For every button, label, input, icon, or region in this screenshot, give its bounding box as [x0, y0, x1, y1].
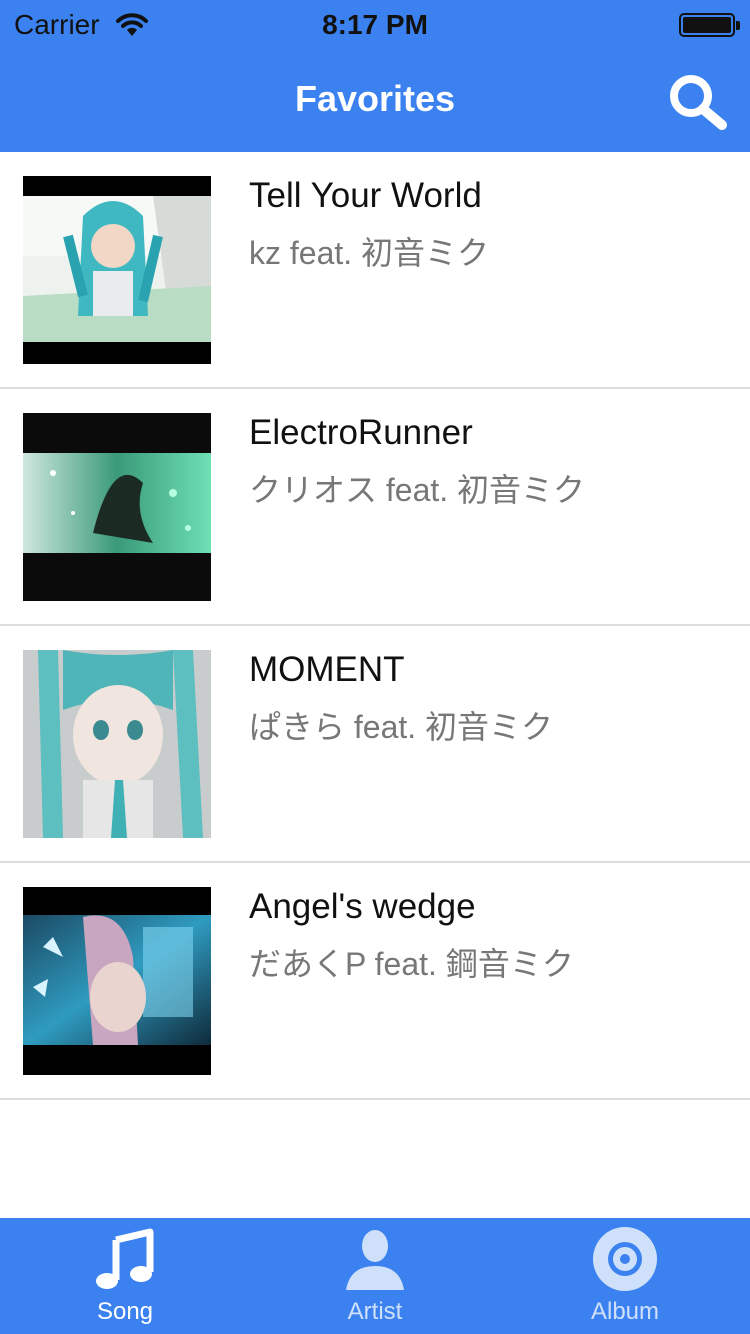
page-title: Favorites — [294, 78, 456, 119]
song-thumbnail — [23, 887, 211, 1075]
disc-icon — [593, 1227, 657, 1291]
song-row[interactable]: Tell Your World kz feat. 初音ミク — [0, 152, 750, 389]
song-title: ElectroRunner — [249, 413, 473, 452]
tab-song[interactable]: Song — [0, 1218, 250, 1334]
song-title: MOMENT — [249, 650, 405, 689]
tab-bar: Song Artist Album — [0, 1218, 750, 1334]
tab-song-label: Song — [96, 1298, 154, 1325]
status-time: 8:17 PM — [322, 9, 428, 40]
song-row[interactable]: Angel's wedge だあくP feat. 鋼音ミク — [0, 863, 750, 1100]
song-title: Tell Your World — [249, 176, 482, 215]
tab-album-label: Album — [590, 1298, 660, 1325]
song-row[interactable]: MOMENT ぱきら feat. 初音ミク — [0, 626, 750, 863]
tab-album[interactable]: Album — [500, 1218, 750, 1334]
music-note-icon — [96, 1228, 154, 1289]
favorites-list: Tell Your World kz feat. 初音ミク ElectroRun… — [0, 152, 750, 1100]
song-artist: だあくP feat. 鋼音ミク — [249, 946, 574, 982]
app-root: Carrier 8:17 PM Favorites Tell Your Worl… — [0, 0, 750, 1334]
song-artist: kz feat. 初音ミク — [249, 235, 490, 271]
battery-icon — [679, 13, 740, 37]
song-thumbnail — [23, 176, 211, 364]
song-thumbnail — [23, 650, 211, 838]
song-title: Angel's wedge — [249, 887, 476, 926]
song-row[interactable]: ElectroRunner クリオス feat. 初音ミク — [0, 389, 750, 626]
person-icon — [346, 1230, 404, 1290]
navigation-bar: Carrier 8:17 PM Favorites — [0, 0, 750, 152]
tab-artist-label: Artist — [347, 1298, 403, 1325]
status-bar: Carrier 8:17 PM — [0, 0, 750, 52]
search-icon[interactable] — [666, 72, 728, 130]
song-artist: ぱきら feat. 初音ミク — [249, 709, 554, 745]
song-thumbnail — [23, 413, 211, 601]
tab-artist[interactable]: Artist — [250, 1218, 500, 1334]
song-artist: クリオス feat. 初音ミク — [249, 472, 586, 508]
